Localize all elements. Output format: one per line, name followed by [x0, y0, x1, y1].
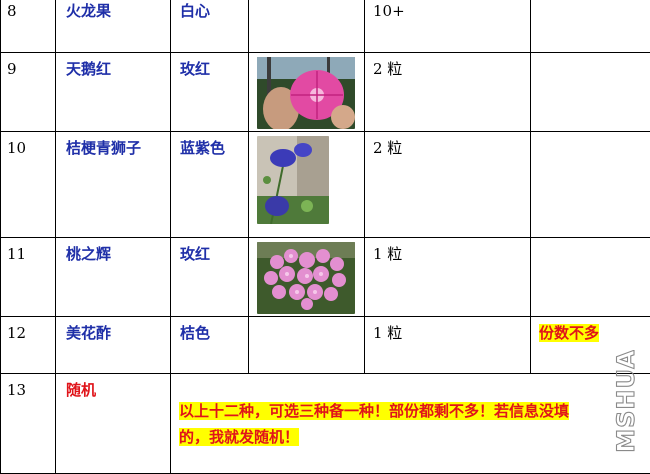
variety-name: 天鹅红: [56, 53, 171, 132]
row-number: 10: [1, 132, 56, 238]
variety-name: 美花酢: [56, 317, 171, 374]
seed-quantity: 1 粒: [365, 238, 531, 317]
table-row: 13 随机 以上十二种，可选三种备一种！部份都剩不多！若信息没填 的，我就发随机…: [1, 374, 650, 474]
photo-cell: [249, 132, 365, 238]
pink-morning-glory-photo: [257, 57, 355, 129]
photo-cell: [249, 238, 365, 317]
table-row: 8 火龙果 白心 10+: [1, 0, 650, 53]
seed-quantity: 10+: [365, 0, 531, 53]
seed-quantity: 2 粒: [365, 132, 531, 238]
seed-table: 8 火龙果 白心 10+ 9 天鹅红 玫红 2 粒: [0, 0, 650, 474]
photo-cell: [249, 53, 365, 132]
variety-name: 火龙果: [56, 0, 171, 53]
flower-color: 玫红: [171, 53, 249, 132]
watermark-text: MSHUA: [612, 350, 640, 452]
variety-name: 随机: [56, 374, 171, 474]
photo-cell: [249, 0, 365, 53]
pink-flower-cluster-photo: [257, 242, 355, 314]
seed-quantity: 1 粒: [365, 317, 531, 374]
flower-color: 白心: [171, 0, 249, 53]
note-cell: [531, 53, 650, 132]
seed-quantity: 2 粒: [365, 53, 531, 132]
table-row: 10 桔梗青狮子 蓝紫色 2 粒: [1, 132, 650, 238]
note-cell: [531, 0, 650, 53]
footer-notice-cell: 以上十二种，可选三种备一种！部份都剩不多！若信息没填 的，我就发随机！: [171, 374, 650, 474]
flower-color: 蓝紫色: [171, 132, 249, 238]
photo-cell: [249, 317, 365, 374]
low-stock-note: 份数不多: [539, 324, 599, 342]
row-number: 12: [1, 317, 56, 374]
footer-notice-line2: 的，我就发随机！: [179, 428, 299, 446]
row-number: 11: [1, 238, 56, 317]
flower-color: 玫红: [171, 238, 249, 317]
watermark-logo: MSHUA: [612, 350, 640, 452]
variety-name: 桃之辉: [56, 238, 171, 317]
row-number: 8: [1, 0, 56, 53]
table-row: 9 天鹅红 玫红 2 粒: [1, 53, 650, 132]
note-cell: [531, 238, 650, 317]
blue-morning-glory-photo: [257, 136, 329, 224]
footer-notice-line1: 以上十二种，可选三种备一种！部份都剩不多！若信息没填: [179, 402, 569, 420]
row-number: 9: [1, 53, 56, 132]
table-row: 12 美花酢 桔色 1 粒 份数不多: [1, 317, 650, 374]
row-number: 13: [1, 374, 56, 474]
flower-color: 桔色: [171, 317, 249, 374]
variety-name: 桔梗青狮子: [56, 132, 171, 238]
table-row: 11 桃之辉 玫红 1 粒: [1, 238, 650, 317]
note-cell: [531, 132, 650, 238]
footer-notice: 以上十二种，可选三种备一种！部份都剩不多！若信息没填 的，我就发随机！: [179, 398, 650, 450]
